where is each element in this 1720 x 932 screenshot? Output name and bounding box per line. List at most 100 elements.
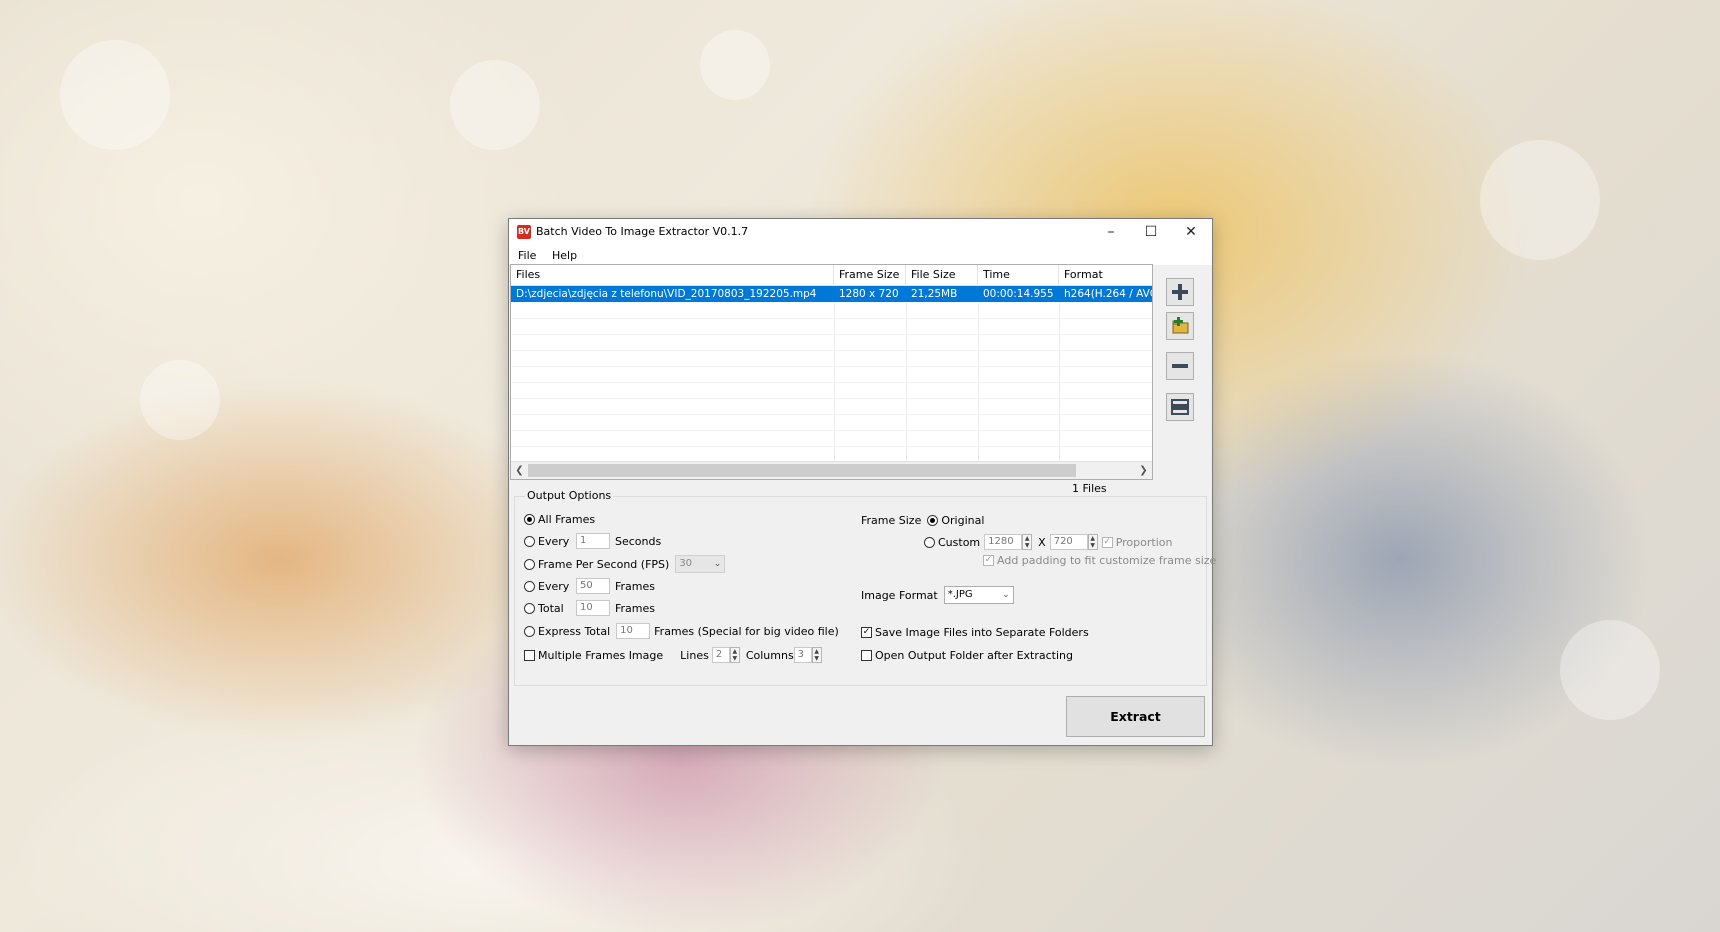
total-input[interactable]: 10	[576, 600, 610, 616]
custom-height-input[interactable]: 720	[1049, 534, 1088, 550]
fps-label: Frame Per Second (FPS)	[538, 557, 670, 571]
fps-option[interactable]: Frame Per Second (FPS) 30 ⌄	[524, 555, 726, 573]
column-header-file-size[interactable]: File Size	[906, 265, 978, 285]
file-list[interactable]: Files Frame Size File Size Time Format D…	[510, 264, 1153, 480]
grid-line	[511, 382, 1152, 383]
column-header-files[interactable]: Files	[511, 265, 834, 285]
scrollbar-thumb[interactable]	[528, 464, 1076, 477]
multiple-frames-checkbox[interactable]	[524, 649, 535, 661]
lines-label: Lines	[680, 648, 709, 662]
fps-value: 30	[679, 558, 693, 569]
columns-spinner[interactable]: ▲ ▼	[811, 647, 822, 663]
menu-file[interactable]: File	[518, 249, 536, 262]
custom-radio[interactable]	[924, 536, 935, 548]
proportion-checkbox[interactable]: ✓	[1101, 536, 1113, 548]
close-button[interactable]: ✕	[1171, 219, 1211, 245]
frames-label: Frames	[615, 601, 656, 615]
title-bar[interactable]: BV Batch Video To Image Extractor V0.1.7…	[509, 219, 1212, 245]
fps-radio[interactable]	[524, 558, 535, 570]
open-output-option[interactable]: Open Output Folder after Extracting	[861, 649, 1073, 662]
clear-icon	[1171, 399, 1189, 415]
frame-size-label: Frame Size	[861, 514, 922, 527]
lines-input[interactable]: 2	[711, 647, 730, 663]
bokeh-light	[140, 360, 220, 440]
open-output-checkbox[interactable]	[861, 650, 872, 661]
columns-input[interactable]: 3	[793, 647, 812, 663]
output-options-group: Output Options All Frames Every 1 Second…	[514, 489, 1216, 686]
grid-line	[511, 334, 1152, 335]
express-total-option[interactable]: Express Total 10 Frames (Special for big…	[524, 623, 839, 639]
cell-file: D:\zdjecia\zdjęcia z telefonu\VID_201708…	[516, 288, 817, 300]
add-folder-icon	[1172, 317, 1189, 334]
grid-line	[511, 366, 1152, 367]
minimize-button[interactable]: –	[1091, 219, 1131, 245]
seconds-label: Seconds	[615, 534, 662, 548]
grid-line	[511, 414, 1152, 415]
cell-format: h264(H.264 / AVC / MPEG-4 AVC / MPEG-4 p…	[1064, 288, 1152, 300]
every-frames-option[interactable]: Every 50 Frames	[524, 578, 655, 594]
output-options-title: Output Options	[525, 489, 614, 502]
express-frames-label: Frames (Special for big video file)	[654, 624, 839, 638]
original-radio[interactable]	[927, 515, 939, 526]
all-frames-option[interactable]: All Frames	[524, 513, 595, 526]
app-window: BV Batch Video To Image Extractor V0.1.7…	[508, 218, 1216, 746]
custom-label: Custom	[938, 535, 981, 549]
image-format-value: *.JPG	[947, 589, 973, 600]
express-total-input[interactable]: 10	[616, 623, 651, 639]
chevron-down-icon: ⌄	[713, 559, 722, 569]
padding-option[interactable]: ✓ Add padding to fit customize frame siz…	[983, 554, 1216, 567]
grid-line	[834, 285, 835, 461]
save-separate-option[interactable]: ✓ Save Image Files into Separate Folders	[861, 626, 1089, 639]
padding-checkbox[interactable]: ✓	[983, 555, 994, 566]
column-header-frame-size[interactable]: Frame Size	[834, 265, 906, 285]
total-radio[interactable]	[524, 602, 535, 614]
frame-size-custom-option[interactable]: Custom 1280 ▲ ▼ X 720 ▲ ▼ ✓ Proportion	[924, 534, 1172, 550]
extract-button[interactable]: Extract	[1066, 696, 1205, 737]
every-seconds-radio[interactable]	[524, 535, 535, 547]
file-list-header: Files Frame Size File Size Time Format	[511, 265, 1152, 286]
express-total-label: Express Total	[538, 624, 611, 638]
total-frames-option[interactable]: Total 10 Frames	[524, 600, 655, 616]
fps-select[interactable]: 30 ⌄	[675, 555, 726, 573]
clear-list-button[interactable]	[1166, 393, 1194, 421]
image-format-select[interactable]: *.JPG ⌄	[943, 586, 1014, 604]
add-folder-button[interactable]	[1166, 312, 1194, 340]
custom-width-spinner[interactable]: ▲ ▼	[1022, 534, 1033, 550]
remove-file-button[interactable]	[1166, 352, 1194, 380]
cell-frame-size: 1280 x 720	[839, 288, 899, 300]
scroll-right-icon[interactable]: ❯	[1135, 462, 1152, 479]
every-seconds-option[interactable]: Every 1 Seconds	[524, 533, 661, 549]
menu-help[interactable]: Help	[552, 249, 577, 262]
custom-height-spinner[interactable]: ▲ ▼	[1087, 534, 1098, 550]
every-seconds-input[interactable]: 1	[576, 533, 610, 549]
express-total-radio[interactable]	[524, 625, 535, 637]
scroll-left-icon[interactable]: ❮	[511, 462, 528, 479]
table-row[interactable]: D:\zdjecia\zdjęcia z telefonu\VID_201708…	[511, 286, 1152, 302]
chevron-down-icon: ⌄	[1002, 590, 1010, 600]
custom-width-input[interactable]: 1280	[984, 534, 1023, 550]
bokeh-light	[700, 30, 770, 100]
frame-size-original-option[interactable]: Frame Size Original	[861, 514, 984, 527]
bokeh-light	[450, 60, 540, 150]
maximize-button[interactable]: ☐	[1131, 219, 1171, 245]
cell-time: 00:00:14.955	[983, 288, 1054, 300]
horizontal-scrollbar[interactable]: ❮ ❯	[511, 461, 1152, 479]
column-header-format[interactable]: Format	[1059, 265, 1152, 285]
every-frames-input[interactable]: 50	[576, 578, 610, 594]
all-frames-label: All Frames	[538, 513, 596, 526]
add-file-button[interactable]	[1166, 278, 1194, 306]
proportion-label: Proportion	[1115, 535, 1173, 549]
every-label: Every	[538, 534, 570, 548]
multiple-frames-option[interactable]: Multiple Frames Image Lines 2 ▲ ▼ Columns…	[524, 647, 822, 663]
bokeh-light	[1560, 620, 1660, 720]
columns-label: Columns	[745, 648, 794, 662]
cell-file-size: 21,25MB	[911, 288, 958, 300]
save-separate-checkbox[interactable]: ✓	[861, 627, 872, 638]
grid-line	[511, 446, 1152, 447]
grid-line	[1059, 285, 1060, 461]
all-frames-radio[interactable]	[524, 514, 535, 525]
every-frames-radio[interactable]	[524, 580, 535, 592]
lines-spinner[interactable]: ▲ ▼	[729, 647, 740, 663]
bokeh-light	[60, 40, 170, 150]
column-header-time[interactable]: Time	[978, 265, 1059, 285]
